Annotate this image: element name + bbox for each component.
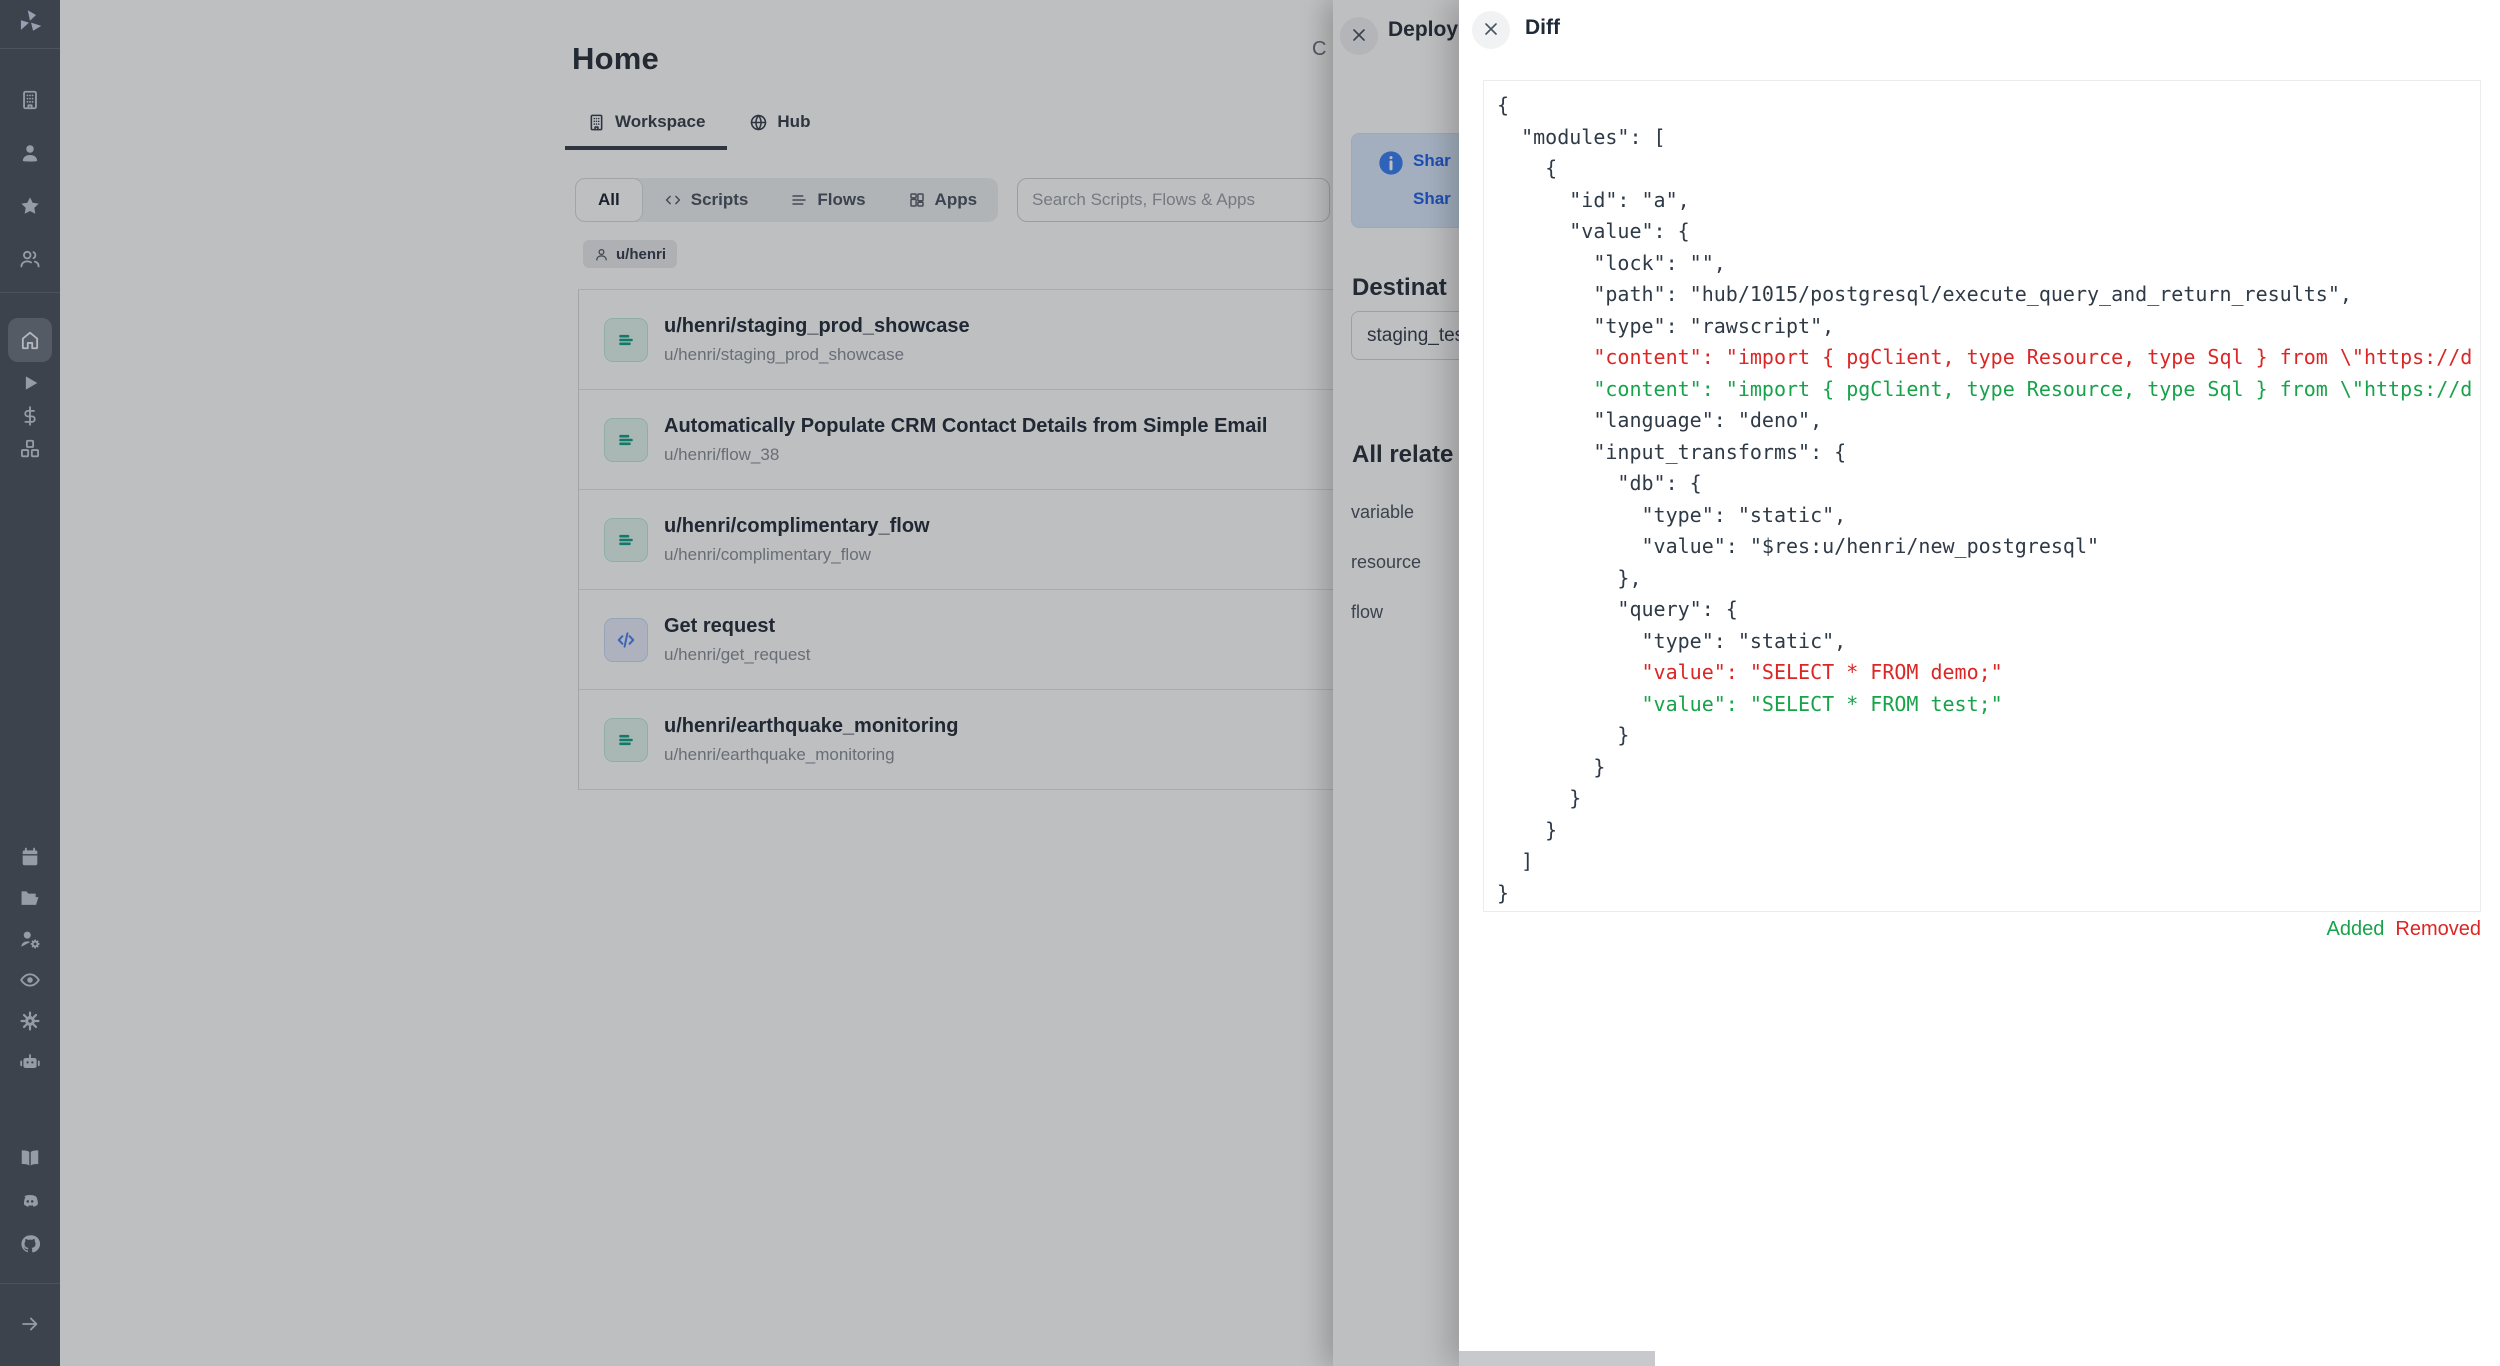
- diff-line-normal: ]: [1497, 846, 2480, 878]
- diff-line-normal: "modules": [: [1497, 122, 2480, 154]
- diff-legend: Added Removed: [2327, 918, 2481, 941]
- diff-line-normal: "type": "static",: [1497, 626, 2480, 658]
- diff-line-normal: }: [1497, 720, 2480, 752]
- close-icon: [1481, 19, 1501, 42]
- diff-line-normal: {: [1497, 153, 2480, 185]
- diff-line-removed: "content": "import { pgClient, type Reso…: [1497, 342, 2480, 374]
- diff-line-normal: }: [1497, 815, 2480, 847]
- diff-line-normal: "query": {: [1497, 594, 2480, 626]
- diff-line-normal: "value": {: [1497, 216, 2480, 248]
- diff-close-button[interactable]: [1472, 11, 1510, 49]
- diff-line-normal: "id": "a",: [1497, 185, 2480, 217]
- app-window: Home C Workspace Hub All Scripts Flows: [0, 0, 2500, 1366]
- diff-line-normal: }: [1497, 878, 2480, 910]
- diff-line-normal: "language": "deno",: [1497, 405, 2480, 437]
- legend-added: Added: [2327, 918, 2385, 941]
- diff-line-normal: "path": "hub/1015/postgresql/execute_que…: [1497, 279, 2480, 311]
- diff-line-added: "content": "import { pgClient, type Reso…: [1497, 374, 2480, 406]
- diff-panel: Diff { "modules": [ { "id": "a", "value"…: [1459, 0, 2500, 1366]
- diff-line-normal: }: [1497, 752, 2480, 784]
- diff-title: Diff: [1525, 16, 1560, 40]
- diff-line-normal: },: [1497, 563, 2480, 595]
- modal-dim-overlay[interactable]: [0, 0, 1459, 1366]
- diff-line-normal: "type": "static",: [1497, 500, 2480, 532]
- diff-line-normal: }: [1497, 783, 2480, 815]
- diff-line-normal: "db": {: [1497, 468, 2480, 500]
- diff-line-normal: "lock": "",: [1497, 248, 2480, 280]
- diff-code-view: { "modules": [ { "id": "a", "value": { "…: [1483, 80, 2481, 912]
- legend-removed: Removed: [2395, 918, 2481, 941]
- diff-line-normal: "input_transforms": {: [1497, 437, 2480, 469]
- diff-line-normal: "value": "$res:u/henri/new_postgresql": [1497, 531, 2480, 563]
- diff-line-normal: {: [1497, 90, 2480, 122]
- diff-line-removed: "value": "SELECT * FROM demo;": [1497, 657, 2480, 689]
- diff-line-added: "value": "SELECT * FROM test;": [1497, 689, 2480, 721]
- horizontal-scrollbar[interactable]: [1459, 1351, 1655, 1366]
- diff-line-normal: "type": "rawscript",: [1497, 311, 2480, 343]
